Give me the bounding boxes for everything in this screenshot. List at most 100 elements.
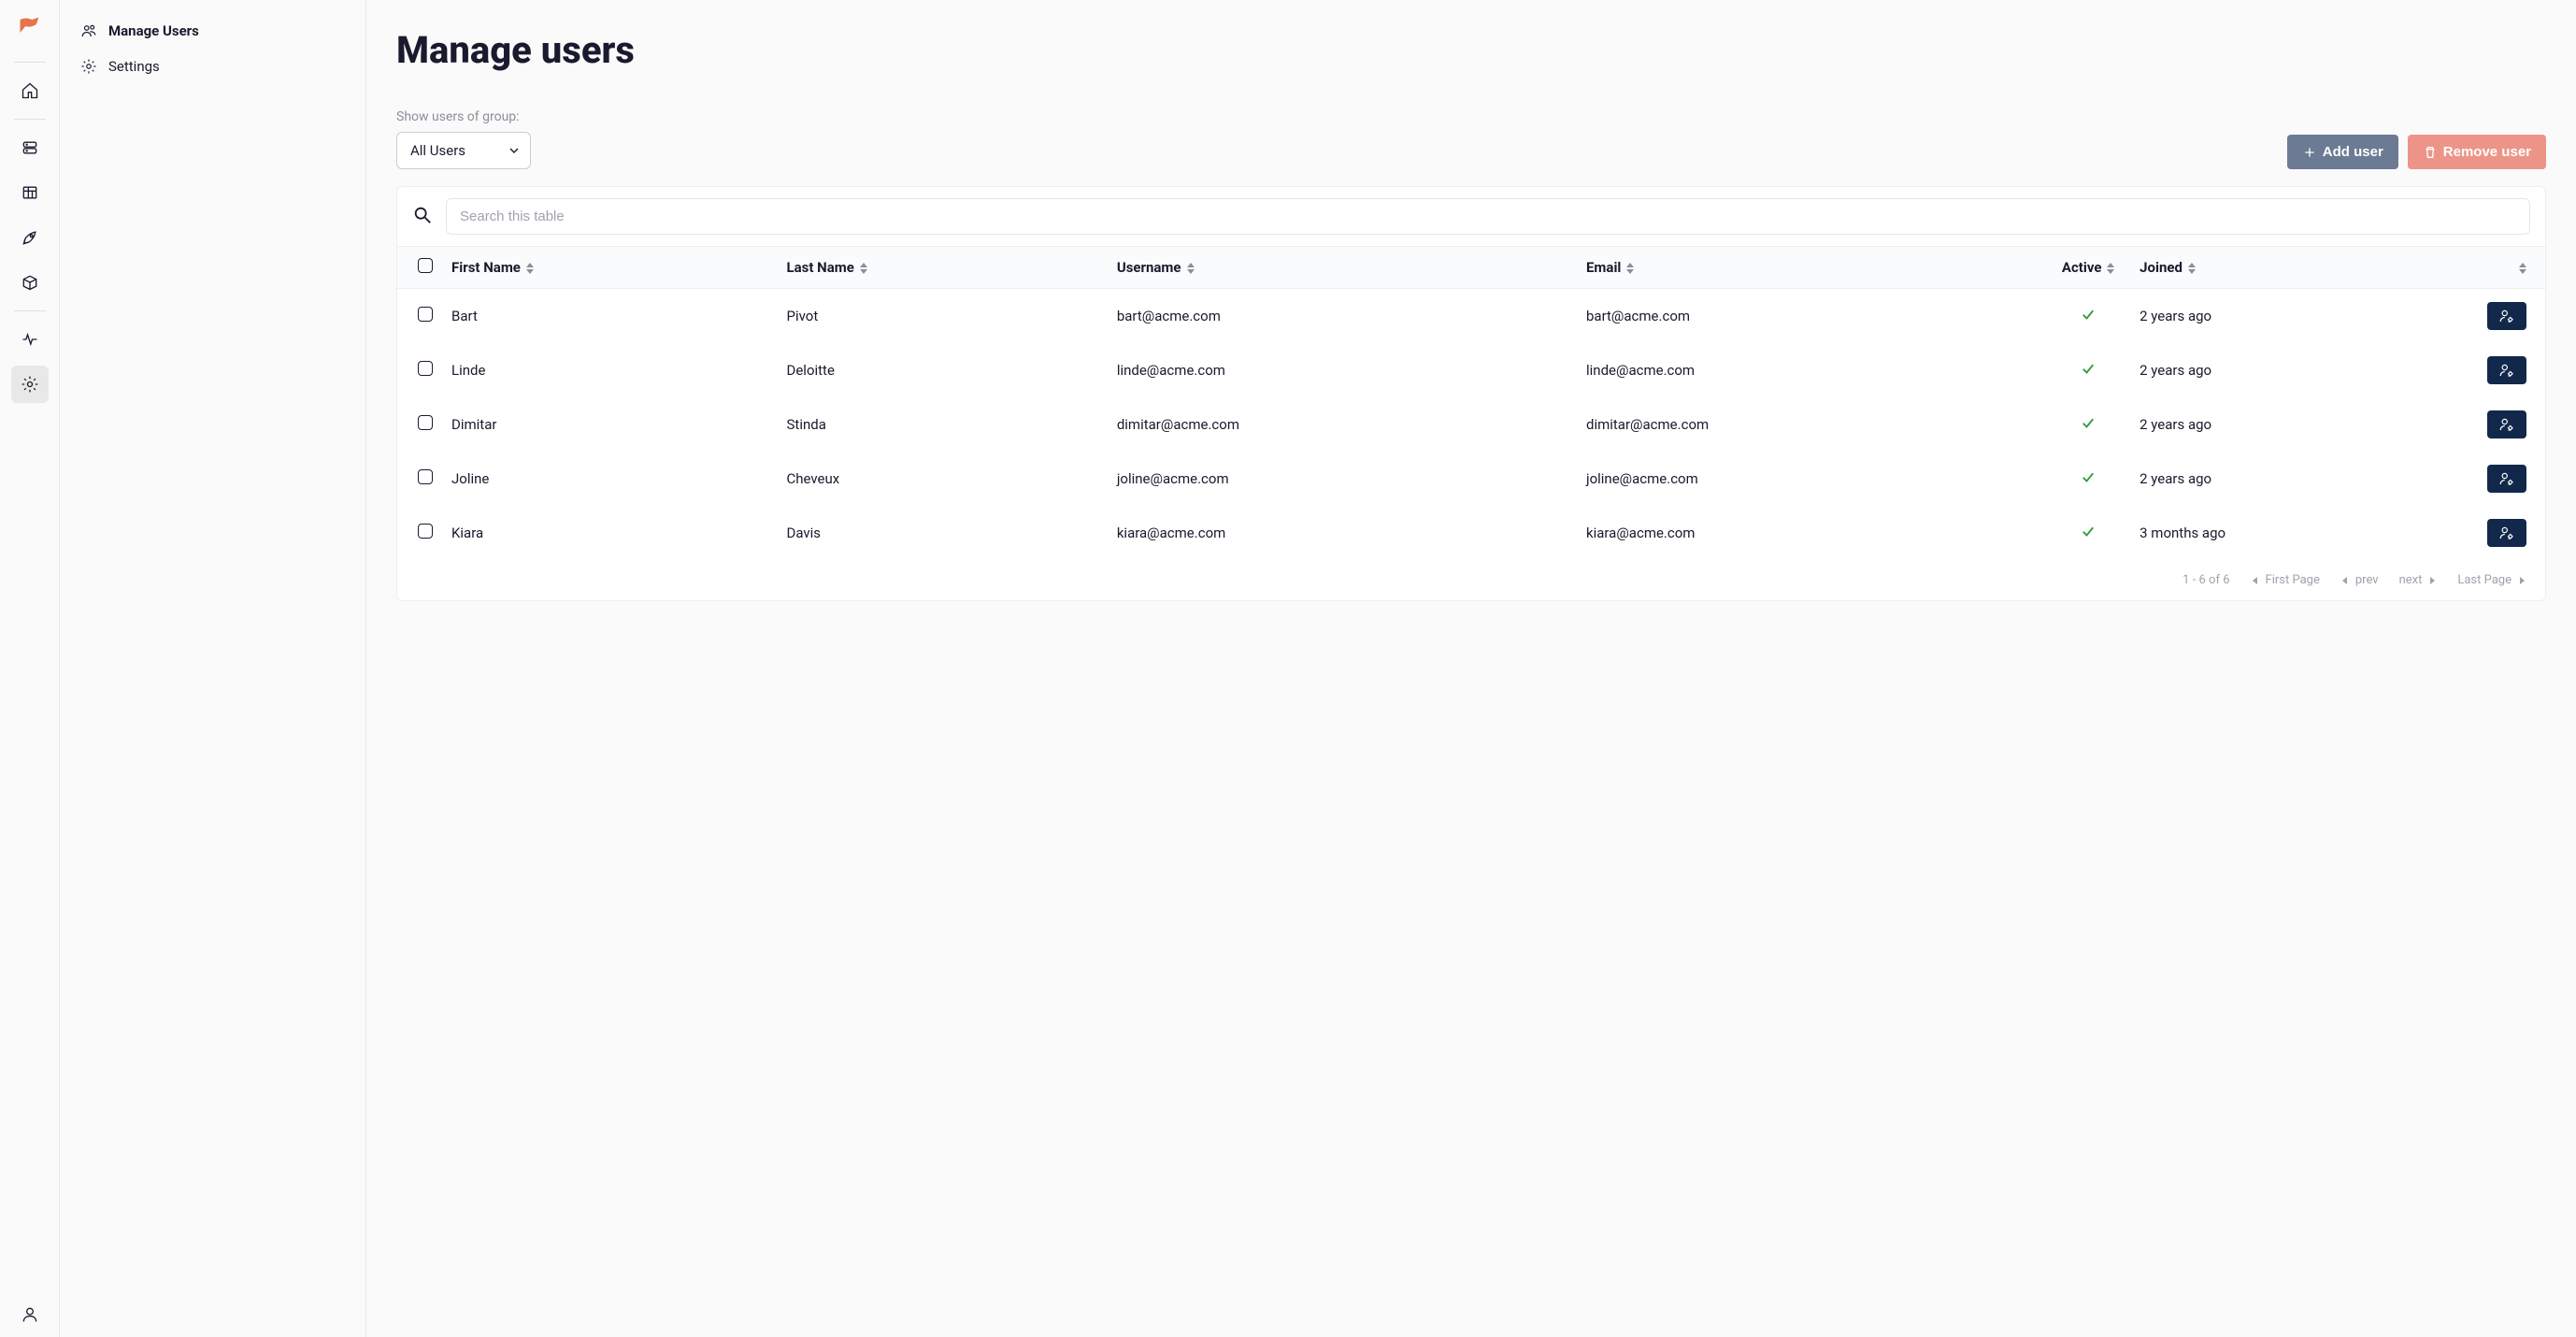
sort-icon (860, 263, 867, 274)
nav-home-icon[interactable] (11, 72, 49, 109)
users-table: First Name Last Name Username Email Acti… (397, 246, 2545, 560)
cell-last-name: Pivot (778, 289, 1108, 344)
cell-active (2046, 397, 2130, 452)
cell-username: joline@acme.com (1108, 452, 1577, 506)
edit-user-button[interactable] (2487, 302, 2526, 330)
row-checkbox[interactable] (418, 469, 433, 484)
col-email[interactable]: Email (1577, 247, 2046, 289)
remove-user-label: Remove user (2443, 144, 2531, 160)
table-row: BartPivotbart@acme.combart@acme.com2 yea… (397, 289, 2545, 344)
plus-icon (2302, 145, 2317, 160)
cell-username: dimitar@acme.com (1108, 397, 1577, 452)
gear-icon (80, 58, 97, 75)
group-select[interactable]: All Users (396, 132, 531, 169)
cell-joined: 2 years ago (2130, 397, 2478, 452)
sort-icon (2519, 263, 2526, 274)
row-checkbox[interactable] (418, 415, 433, 430)
divider (14, 62, 46, 63)
edit-user-button[interactable] (2487, 356, 2526, 384)
main-content: Manage users Show users of group: All Us… (366, 0, 2576, 1337)
pager-last[interactable]: Last Page (2457, 573, 2526, 587)
cell-username: bart@acme.com (1108, 289, 1577, 344)
table-row: JolineCheveuxjoline@acme.comjoline@acme.… (397, 452, 2545, 506)
nav-settings-icon[interactable] (11, 366, 49, 403)
cell-first-name: Joline (442, 452, 778, 506)
sort-icon (1187, 263, 1195, 274)
divider (14, 119, 46, 120)
check-icon (2080, 472, 2097, 489)
cell-joined: 2 years ago (2130, 289, 2478, 344)
icon-rail (0, 0, 60, 1337)
cell-email: bart@acme.com (1577, 289, 2046, 344)
select-all-checkbox[interactable] (418, 258, 433, 273)
row-checkbox[interactable] (418, 361, 433, 376)
table-row: DimitarStindadimitar@acme.comdimitar@acm… (397, 397, 2545, 452)
page-range: 1 - 6 of 6 (2182, 573, 2229, 587)
nav-package-icon[interactable] (11, 264, 49, 301)
cell-last-name: Cheveux (778, 452, 1108, 506)
sort-icon (526, 263, 534, 274)
cell-first-name: Bart (442, 289, 778, 344)
cell-first-name: Linde (442, 343, 778, 397)
check-icon (2080, 364, 2097, 381)
cell-first-name: Kiara (442, 506, 778, 560)
sort-icon (1626, 263, 1634, 274)
nav-table-icon[interactable] (11, 174, 49, 211)
cell-username: kiara@acme.com (1108, 506, 1577, 560)
cell-email: joline@acme.com (1577, 452, 2046, 506)
check-icon (2080, 309, 2097, 326)
sidebar-item-label: Settings (108, 58, 160, 75)
cell-active (2046, 289, 2130, 344)
add-user-button[interactable]: Add user (2287, 135, 2398, 169)
page-title: Manage users (396, 28, 2546, 72)
check-icon (2080, 526, 2097, 543)
group-select-value: All Users (410, 142, 465, 159)
col-username[interactable]: Username (1108, 247, 1577, 289)
pagination: 1 - 6 of 6 First Page prev next Last Pag… (397, 560, 2545, 600)
sort-icon (2107, 263, 2114, 274)
nav-activity-icon[interactable] (11, 321, 49, 358)
nav-rocket-icon[interactable] (11, 219, 49, 256)
row-checkbox[interactable] (418, 524, 433, 539)
users-icon (80, 22, 97, 39)
chevron-down-icon (509, 142, 519, 159)
nav-profile-icon[interactable] (11, 1296, 49, 1333)
users-table-card: First Name Last Name Username Email Acti… (396, 186, 2546, 601)
pager-first[interactable]: First Page (2251, 573, 2320, 587)
cell-last-name: Deloitte (778, 343, 1108, 397)
cell-email: kiara@acme.com (1577, 506, 2046, 560)
cell-active (2046, 343, 2130, 397)
pager-next[interactable]: next (2399, 573, 2438, 587)
divider (14, 310, 46, 311)
cell-active (2046, 452, 2130, 506)
cell-username: linde@acme.com (1108, 343, 1577, 397)
cell-joined: 2 years ago (2130, 452, 2478, 506)
check-icon (2080, 418, 2097, 435)
sort-icon (2188, 263, 2196, 274)
table-search-input[interactable] (446, 198, 2530, 235)
col-last-name[interactable]: Last Name (778, 247, 1108, 289)
col-first-name[interactable]: First Name (442, 247, 778, 289)
cell-joined: 3 months ago (2130, 506, 2478, 560)
col-joined[interactable]: Joined (2130, 247, 2478, 289)
cell-joined: 2 years ago (2130, 343, 2478, 397)
cell-email: linde@acme.com (1577, 343, 2046, 397)
sidebar: Manage Users Settings (60, 0, 366, 1337)
cell-last-name: Davis (778, 506, 1108, 560)
col-actions (2478, 247, 2545, 289)
group-filter: Show users of group: All Users (396, 109, 531, 169)
col-active[interactable]: Active (2046, 247, 2130, 289)
edit-user-button[interactable] (2487, 519, 2526, 547)
pager-prev[interactable]: prev (2340, 573, 2379, 587)
row-checkbox[interactable] (418, 307, 433, 322)
edit-user-button[interactable] (2487, 465, 2526, 493)
remove-user-button[interactable]: Remove user (2408, 135, 2546, 169)
nav-database-icon[interactable] (11, 129, 49, 166)
cell-email: dimitar@acme.com (1577, 397, 2046, 452)
search-icon (412, 205, 433, 229)
sidebar-item-settings[interactable]: Settings (71, 50, 354, 82)
sidebar-item-manage-users[interactable]: Manage Users (71, 15, 354, 47)
edit-user-button[interactable] (2487, 410, 2526, 438)
trash-icon (2423, 145, 2438, 160)
cell-last-name: Stinda (778, 397, 1108, 452)
